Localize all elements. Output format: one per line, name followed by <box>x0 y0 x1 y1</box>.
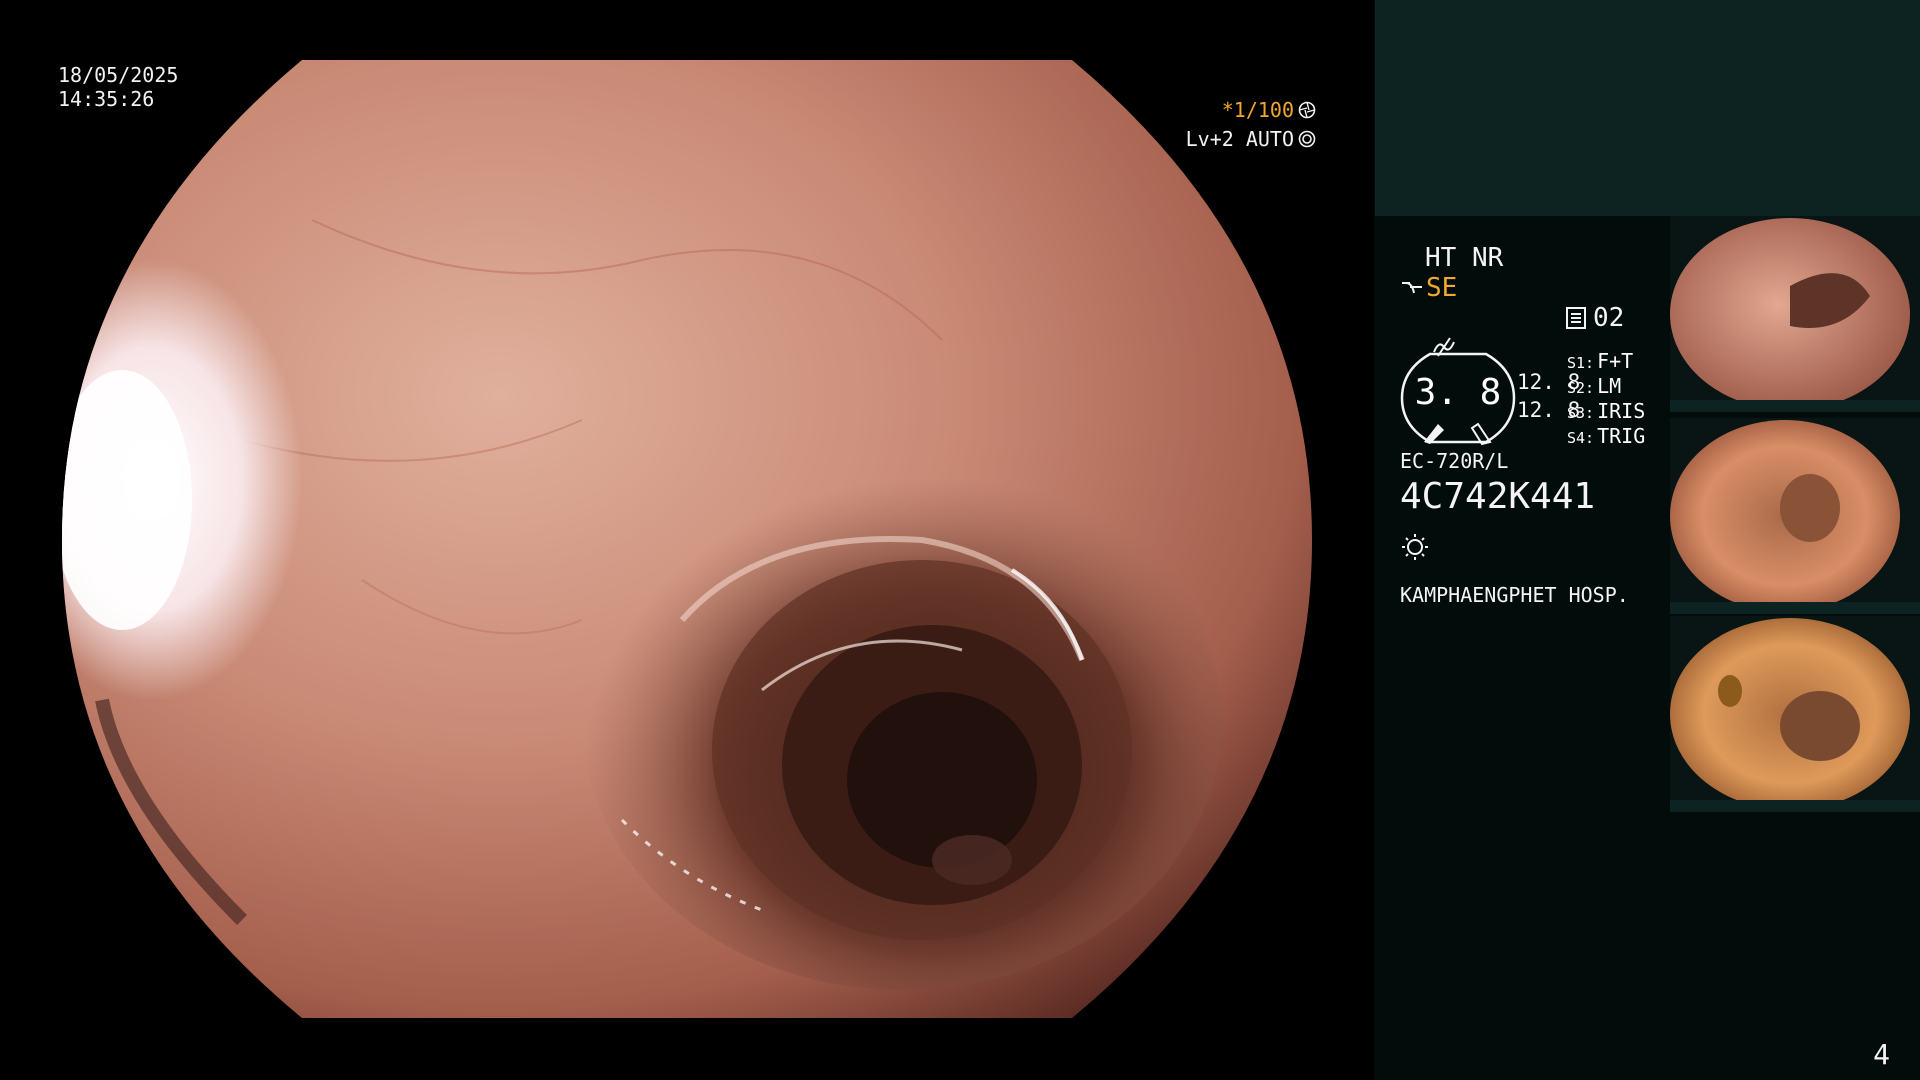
iris-indicator: Lv+2 AUTO <box>1186 127 1316 151</box>
exam-time: 14:35:26 <box>58 87 155 111</box>
gauge-value: 3. 8 <box>1414 372 1502 413</box>
structure-enhance-icon <box>1402 282 1422 294</box>
exam-date: 18/05/2025 <box>58 63 179 87</box>
hospital-name: KAMPHAENGPHET HOSP. <box>1400 583 1629 607</box>
aperture-icon <box>1298 101 1316 119</box>
shutter-indicator: *1/100 <box>1222 98 1316 122</box>
scope-serial: 4C742K441 <box>1400 476 1596 517</box>
structure-mode-row: SE <box>1400 273 1457 303</box>
endoscope-live-image <box>62 60 1312 1018</box>
iris-mode: Lv+2 AUTO <box>1185 127 1294 151</box>
switch-key: S3: <box>1567 404 1595 422</box>
captured-thumbnail-2[interactable] <box>1670 418 1920 614</box>
switch-value: IRIS <box>1597 399 1646 423</box>
switch-key: S4: <box>1567 429 1595 447</box>
memory-card-row: 02 <box>1565 303 1624 333</box>
switch-assignment-4: S4: TRIG <box>1567 424 1645 448</box>
light-source-icon <box>1402 534 1428 560</box>
memory-card-icon <box>1566 307 1586 329</box>
switch-value: TRIG <box>1597 424 1646 448</box>
captured-thumbnail-1[interactable] <box>1670 216 1920 412</box>
panel-header-block <box>1375 0 1920 216</box>
switch-key: S1: <box>1567 354 1595 372</box>
switch-key: S2: <box>1567 379 1595 397</box>
page-number: 4 <box>1873 1038 1890 1071</box>
switch-assignment-2: S2: LM <box>1567 374 1621 398</box>
scope-model: EC-720R/L <box>1400 449 1509 473</box>
switch-value: LM <box>1597 374 1622 398</box>
iris-icon <box>1298 130 1316 148</box>
enhancement-setting: HT NR <box>1425 243 1504 273</box>
card-number: 02 <box>1593 303 1625 333</box>
structure-mode: SE <box>1426 273 1458 303</box>
shutter-speed: *1/100 <box>1221 98 1294 122</box>
switch-assignment-3: S3: IRIS <box>1567 399 1645 423</box>
switch-value: F+T <box>1597 349 1634 373</box>
switch-assignment-1: S1: F+T <box>1567 349 1633 373</box>
captured-thumbnail-3[interactable] <box>1670 616 1920 812</box>
